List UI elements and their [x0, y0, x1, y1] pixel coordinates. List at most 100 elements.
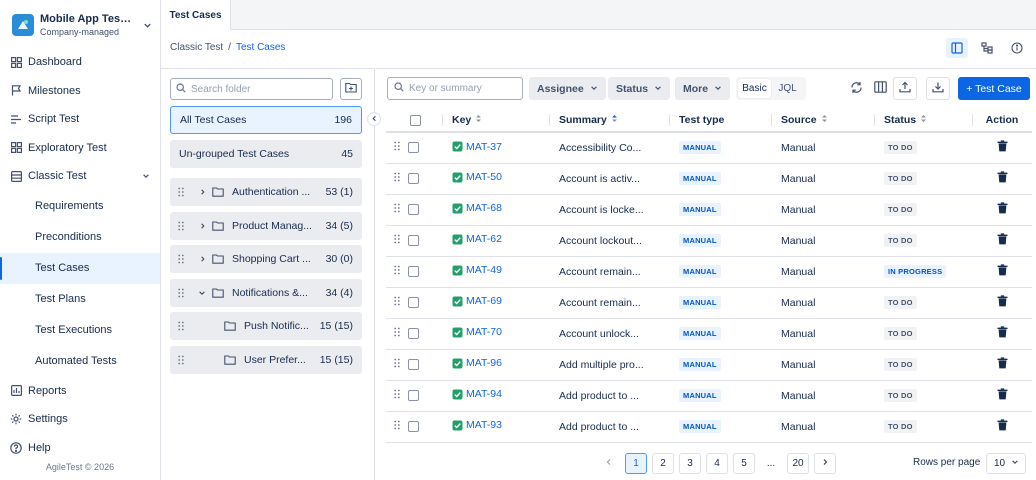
breadcrumb-parent[interactable]: Classic Test — [170, 42, 223, 53]
trash-icon[interactable] — [997, 202, 1008, 214]
nav-preconditions[interactable]: Preconditions — [0, 222, 160, 253]
drag-handle-icon[interactable] — [178, 221, 188, 231]
row-checkbox[interactable] — [408, 204, 419, 215]
drag-handle-icon[interactable] — [394, 203, 400, 216]
table-row[interactable]: MAT-94 Add product to ... MANUAL Manual TO D… — [386, 380, 1032, 412]
header-key[interactable]: Key — [442, 109, 549, 133]
folder-ungrouped[interactable]: Un-grouped Test Cases 45 — [170, 140, 362, 168]
folder-item[interactable]: Product Manag... 34 (5) — [170, 211, 362, 240]
chevron-down-icon[interactable] — [142, 171, 150, 183]
test-case-key-link[interactable]: MAT-62 — [452, 233, 502, 245]
info-icon[interactable] — [1006, 38, 1028, 58]
drag-handle-icon[interactable] — [394, 296, 400, 309]
nav-help[interactable]: Help — [0, 434, 160, 463]
trash-icon[interactable] — [997, 357, 1008, 369]
assignee-filter[interactable]: Assignee — [529, 77, 606, 100]
mode-jql[interactable]: JQL — [771, 79, 804, 98]
row-checkbox[interactable] — [408, 235, 419, 246]
row-checkbox[interactable] — [408, 359, 419, 370]
drag-handle-icon[interactable] — [394, 420, 400, 433]
nav-test-executions[interactable]: Test Executions — [0, 315, 160, 346]
header-source[interactable]: Source — [771, 109, 874, 133]
test-case-key-link[interactable]: MAT-93 — [452, 419, 502, 431]
test-case-key-link[interactable]: MAT-50 — [452, 171, 502, 183]
row-checkbox[interactable] — [408, 328, 419, 339]
refresh-button[interactable] — [844, 77, 868, 100]
next-page-button[interactable] — [814, 453, 836, 474]
row-checkbox[interactable] — [408, 421, 419, 432]
import-button[interactable] — [926, 77, 950, 100]
folder-item[interactable]: Notifications &... 34 (4) — [170, 278, 362, 307]
trash-icon[interactable] — [997, 140, 1008, 152]
trash-icon[interactable] — [997, 388, 1008, 400]
export-button[interactable] — [893, 77, 917, 100]
table-row[interactable]: MAT-70 Account unlock... MANUAL Manual TO DO — [386, 318, 1032, 350]
prev-page-button[interactable] — [598, 453, 620, 474]
nav-test-plans[interactable]: Test Plans — [0, 284, 160, 315]
row-checkbox[interactable] — [408, 142, 419, 154]
breadcrumb-current[interactable]: Test Cases — [236, 42, 285, 53]
nav-requirements[interactable]: Requirements — [0, 191, 160, 222]
table-row[interactable]: MAT-49 Account remain... MANUAL Manual IN PR… — [386, 256, 1032, 288]
trash-icon[interactable] — [997, 326, 1008, 338]
add-test-case-button[interactable]: + Test Case — [958, 77, 1030, 100]
trash-icon[interactable] — [997, 419, 1008, 431]
drag-handle-icon[interactable] — [394, 234, 400, 247]
nav-milestones[interactable]: Milestones — [0, 77, 160, 106]
page-button[interactable]: 5 — [733, 453, 755, 474]
row-checkbox[interactable] — [408, 390, 419, 401]
key-search-input[interactable] — [409, 83, 519, 94]
drag-handle-icon[interactable] — [394, 172, 400, 185]
rows-per-page-select[interactable]: 10 — [986, 453, 1026, 474]
test-case-key-link[interactable]: MAT-68 — [452, 202, 502, 214]
table-row[interactable]: MAT-62 Account lockout... MANUAL Manual TO D… — [386, 225, 1032, 257]
folder-item[interactable]: Push Notific... 15 (15) — [170, 312, 362, 340]
more-filter[interactable]: More — [675, 77, 731, 100]
header-summary[interactable]: Summary — [549, 109, 669, 133]
folder-all-test-cases[interactable]: All Test Cases 196 — [170, 106, 362, 134]
test-case-key-link[interactable]: MAT-94 — [452, 388, 502, 400]
drag-handle-icon[interactable] — [394, 358, 400, 371]
table-row[interactable]: MAT-37 Accessibility Co... MANUAL Manual TO … — [386, 132, 1032, 164]
table-row[interactable]: MAT-93 Add product to ... MANUAL Manual TO D… — [386, 411, 1032, 443]
drag-handle-icon[interactable] — [394, 389, 400, 402]
folder-search-input[interactable] — [191, 83, 331, 95]
tree-view-icon[interactable] — [976, 38, 998, 58]
table-row[interactable]: MAT-69 Account remain... MANUAL Manual TO DO — [386, 287, 1032, 319]
page-button[interactable]: 3 — [679, 453, 701, 474]
trash-icon[interactable] — [997, 233, 1008, 245]
tab-test-cases[interactable]: Test Cases — [161, 0, 231, 30]
select-all-checkbox[interactable] — [410, 114, 421, 126]
header-status[interactable]: Status — [874, 109, 972, 133]
test-case-key-link[interactable]: MAT-49 — [452, 264, 502, 276]
nav-dashboard[interactable]: Dashboard — [0, 48, 160, 77]
page-button[interactable]: 20 — [787, 453, 809, 474]
page-button[interactable]: 4 — [706, 453, 728, 474]
test-case-key-link[interactable]: MAT-69 — [452, 295, 502, 307]
nav-reports[interactable]: Reports — [0, 377, 160, 406]
drag-handle-icon[interactable] — [178, 355, 188, 365]
table-row[interactable]: MAT-96 Add multiple pro... MANUAL Manual TO … — [386, 349, 1032, 381]
trash-icon[interactable] — [997, 171, 1008, 183]
chevron-right-icon[interactable] — [196, 188, 208, 196]
panel-view-icon[interactable] — [946, 38, 968, 58]
drag-handle-icon[interactable] — [394, 141, 400, 154]
mode-basic[interactable]: Basic — [738, 79, 771, 98]
folder-item[interactable]: User Prefer... 15 (15) — [170, 345, 362, 374]
chevron-right-icon[interactable] — [196, 255, 208, 263]
drag-handle-icon[interactable] — [178, 187, 188, 197]
test-case-key-link[interactable]: MAT-70 — [452, 326, 502, 338]
nav-script-test[interactable]: Script Test — [0, 105, 160, 134]
nav-test-cases[interactable]: Test Cases — [0, 252, 160, 284]
chevron-down-icon[interactable] — [140, 18, 154, 32]
nav-exploratory-test[interactable]: Exploratory Test — [0, 134, 160, 163]
add-folder-button[interactable] — [340, 78, 362, 100]
row-checkbox[interactable] — [408, 173, 419, 184]
trash-icon[interactable] — [997, 295, 1008, 307]
page-button[interactable]: 2 — [652, 453, 674, 474]
nav-classic-test[interactable]: Classic Test — [0, 162, 160, 191]
drag-handle-icon[interactable] — [178, 288, 188, 298]
test-case-key-link[interactable]: MAT-37 — [452, 141, 502, 153]
nav-settings[interactable]: Settings — [0, 405, 160, 434]
drag-handle-icon[interactable] — [394, 327, 400, 340]
